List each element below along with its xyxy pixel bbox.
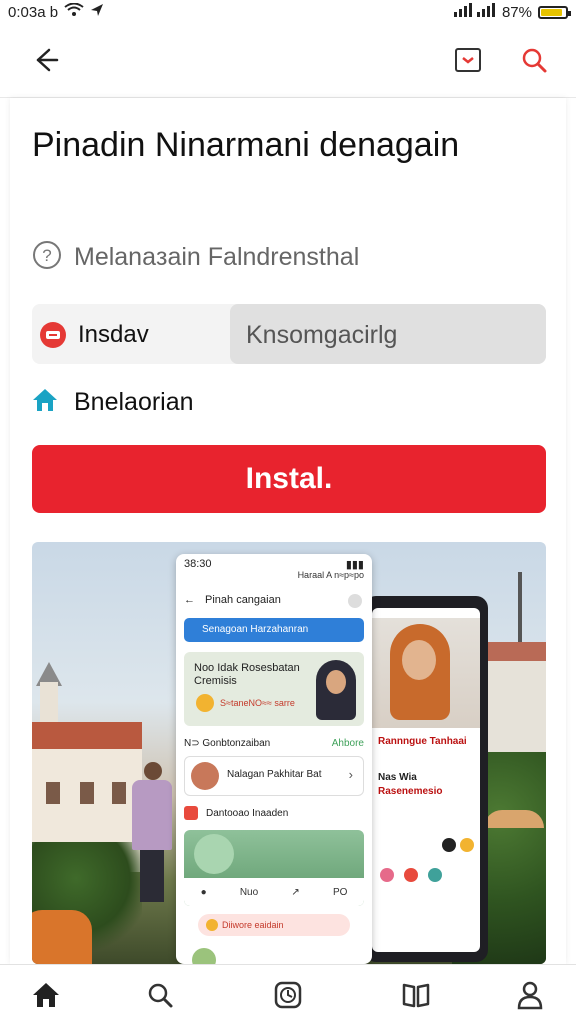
app-preview-image[interactable]: Rannngue Tanhaai Nas Wia Rasenemesio 38:… [32,542,546,964]
battery-fill [541,8,562,16]
phone-bottom-avatar [192,948,216,964]
subtitle-row: ? Melanaзain Falndrensthal [32,240,359,275]
phone-card-bar: ● Nuo ↗ PO [184,878,364,906]
phone-header-title: Pinah cangaian [205,594,281,606]
person-head [144,762,162,780]
umbrella [484,810,544,828]
orange-chair [32,910,92,964]
bottom-nav [0,964,576,1025]
phone-back-icon: ← [184,594,195,606]
status-left: 0:03a b [8,2,104,21]
back-phone-dot [380,868,394,882]
phone-header: ← Pinah cangaian [184,594,281,606]
back-phone-line: Rannngue Tanhaai [378,736,467,747]
profile-icon[interactable] [512,977,548,1013]
phone-promo-subtitle: Cremisis [194,675,237,687]
search-icon[interactable] [514,40,554,80]
install-button[interactable]: Instal. [32,445,546,513]
window [80,782,94,804]
history-icon[interactable] [270,977,306,1013]
developer-logo-icon [40,322,66,348]
phone-row-icon [184,806,198,820]
phone-promo-title-line: Noo Idak Rosesbatan [194,662,300,674]
phone-card-tab: PO [332,886,348,898]
phone-section-header: N⊃ Gonbtonzaiban Ahbore [184,738,364,749]
app-detail-card: Pinadin Ninarmani denagain ? Melanaзain … [10,98,566,964]
app-bar [0,24,576,98]
phone-sub-status: Haraal A n≈p≈po [297,570,364,580]
info-row: Insdav Knsomgacirlg [32,304,546,364]
back-phone-line: Rasenemesio [378,786,443,797]
phone-section-link: Ahbore [331,738,364,749]
phone-chevron-icon: › [348,767,353,782]
front-phone-mockup: 38:30 ▮▮▮ Haraal A n≈p≈po ← Pinah cangai… [176,554,372,964]
portrait-photo [372,618,480,728]
category-text: Knsomgacirlg [246,321,398,349]
wifi-icon [64,2,84,21]
home-icon [32,388,58,417]
phone-pill-icon [206,919,218,931]
phone-promo-card: Noo Idak Rosesbatan Cremisis S≈taneNO≈≈ … [184,652,364,726]
phone-promo-title: Noo Idak Rosesbatan Cremisis [194,662,304,688]
status-right: 87% [453,3,571,21]
person-figure [132,762,172,902]
phone-card-icon: ● [200,886,207,898]
phone-emoji-icon [196,694,214,712]
back-phone-line: Nas Wia [378,772,417,783]
phone-pill-text: Diiwore eaidain [222,920,284,930]
back-phone-dot [460,838,474,852]
window [112,782,126,804]
phone-close-icon [348,594,362,608]
phone-media-card: ● Nuo ↗ PO [184,830,364,906]
search-icon[interactable] [142,977,178,1013]
phone-card-tab: Nuo [239,886,259,898]
back-phone-mockup: Rannngue Tanhaai Nas Wia Rasenemesio [364,596,488,962]
phone-card-circle [194,834,234,874]
back-phone-dot [428,868,442,882]
phone-row: Dantooao Inaaden [184,806,364,820]
location-arrow-icon [90,3,104,21]
svg-text:?: ? [42,246,51,265]
back-phone-dot [442,838,456,852]
window [46,782,60,804]
home-icon[interactable] [28,977,64,1013]
face [402,640,436,680]
battery-icon [538,5,571,19]
phone-card-tab-icon: ↗ [291,886,300,898]
app-title: Pinadin Ninarmani denagain [32,126,460,164]
status-bar: 0:03a b 87% [0,0,576,24]
phone-pill: Diiwore eaidain [198,914,350,936]
battery-percent: 87% [501,3,532,21]
help-icon[interactable]: ? [32,240,62,275]
back-phone-screen: Rannngue Tanhaai Nas Wia Rasenemesio [372,608,480,952]
bookmark-icon[interactable] [448,40,488,80]
phone-promo-note: S≈taneNO≈≈ sarre [220,698,295,708]
library-icon[interactable] [398,977,434,1013]
home-label: Bnelaorian [74,388,194,416]
category-field[interactable]: Knsomgacirlg [230,304,546,364]
phone-item-text: Nalagan Pakhitar Bat [227,769,322,780]
status-time: 0:03a b [8,3,59,21]
phone-list-item: Nalagan Pakhitar Bat › [184,756,364,796]
phone-banner: Senagoan Harzahanran [184,618,364,642]
back-arrow-icon[interactable] [26,40,66,80]
phone-row-text: Dantooao Inaaden [206,807,289,819]
person-legs [140,850,164,902]
phone-promo-face [326,670,346,694]
phone-section-title: N⊃ Gonbtonzaiban [184,738,271,749]
home-row[interactable]: Bnelaorian [32,388,194,417]
app-subtitle: Melanaзain Falndrensthal [74,243,360,271]
person-body [132,780,172,850]
phone-item-avatar [191,762,219,790]
signal-icon [453,3,496,21]
developer-name[interactable]: Insdav [78,321,149,349]
back-phone-dot [404,868,418,882]
